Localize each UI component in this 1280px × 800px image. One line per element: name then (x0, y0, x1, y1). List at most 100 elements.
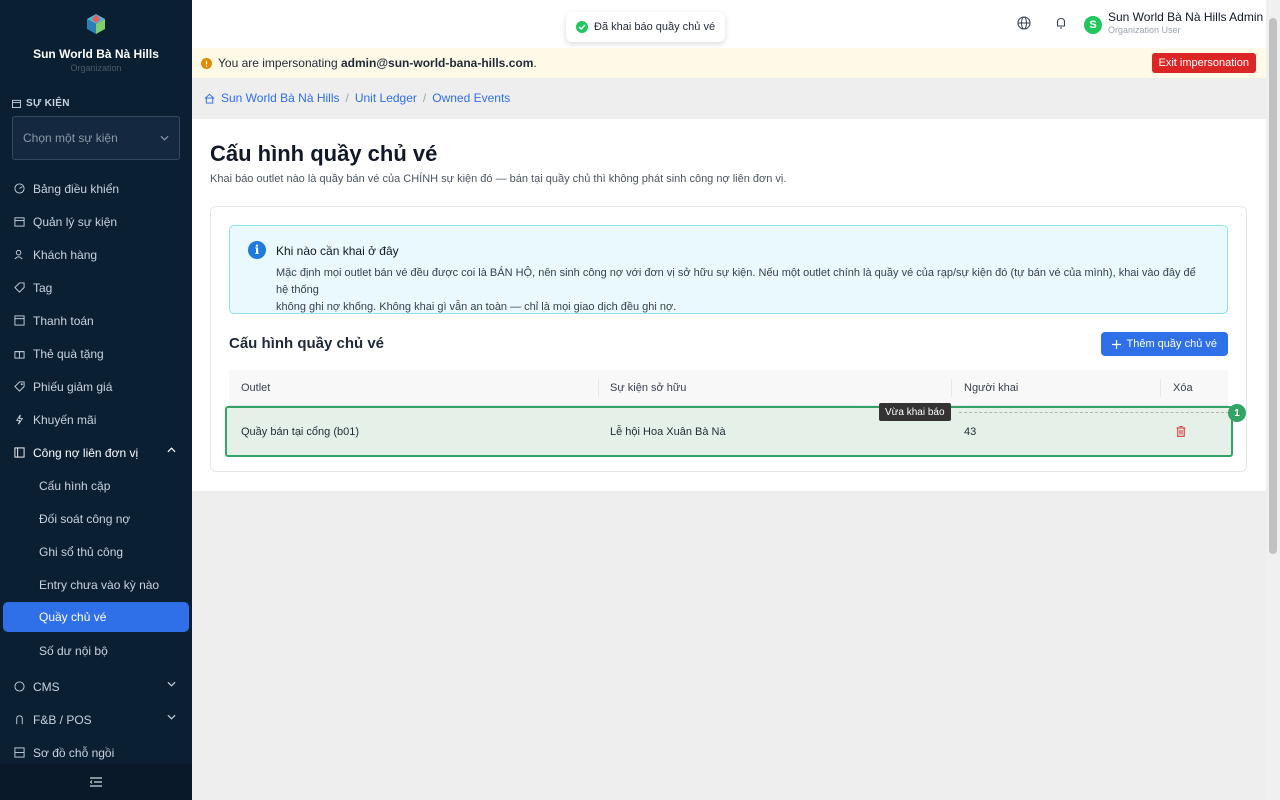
users-icon (13, 249, 25, 261)
breadcrumb-separator: / (345, 91, 349, 105)
sidebar-item-gift-cards[interactable]: Thẻ quà tặng (0, 337, 192, 370)
sidebar-item-cms[interactable]: CMS (0, 670, 192, 703)
calendar-small-icon (12, 99, 21, 108)
trash-icon (1176, 426, 1186, 437)
promotion-icon (13, 414, 25, 426)
sidebar-item-events[interactable]: Quản lý sự kiện (0, 205, 192, 238)
sidebar-item-label: Công nợ liên đơn vị (33, 445, 139, 460)
column-header-declared-by: Người khai (964, 381, 1019, 394)
column-header-delete: Xóa (1173, 381, 1193, 394)
warning-icon (201, 57, 212, 69)
toast-text: Đã khai báo quầy chủ vé (594, 21, 716, 33)
owned-events-card: i Khi nào cần khai ở đây Mặc định mọi ou… (210, 206, 1247, 472)
event-section-label: SỰ KIỆN (12, 98, 70, 109)
user-menu[interactable]: S Sun World Bà Nà Hills Admin Organizati… (1084, 10, 1263, 35)
sidebar-item-label: Sơ đồ chỗ ngồi (33, 745, 115, 760)
sidebar-item-label: Bảng điều khiển (33, 181, 120, 196)
cms-icon (13, 681, 25, 693)
sidebar-item-label: Thanh toán (33, 313, 94, 328)
sidebar-item-fnb-pos[interactable]: F&B / POS (0, 703, 192, 736)
sidebar-subitem-pair-config[interactable]: Cấu hình cặp (0, 469, 192, 502)
user-name: Sun World Bà Nà Hills Admin (1108, 10, 1264, 24)
column-header-outlet: Outlet (241, 381, 271, 394)
sidebar-subitem-internal-balance[interactable]: Số dư nội bộ (0, 634, 192, 667)
breadcrumb: Sun World Bà Nà Hills / Unit Ledger / Ow… (204, 91, 510, 105)
sidebar-subitem-manual-entry[interactable]: Ghi sổ thủ công (0, 535, 192, 568)
page-scrollbar[interactable] (1266, 0, 1280, 800)
gift-icon (13, 348, 25, 360)
user-role: Organization User (1108, 25, 1181, 35)
sidebar-item-label: F&B / POS (33, 712, 92, 727)
success-toast: Đã khai báo quầy chủ vé (566, 12, 726, 42)
sidebar-nav: Bảng điều khiển Quản lý sự kiện Khách hà… (0, 172, 192, 769)
impersonation-email: admin@sun-world-bana-hills.com (340, 56, 534, 70)
tag-icon (13, 282, 25, 294)
add-owned-counter-button[interactable]: Thêm quầy chủ vé (1100, 332, 1228, 356)
highlight-connector (959, 412, 1229, 413)
coupon-icon (13, 381, 25, 393)
brand: Sun World Bà Nà Hills Organization (0, 0, 192, 88)
column-header-event: Sự kiện sở hữu (610, 381, 687, 394)
topbar: Đã khai báo quầy chủ vé S Sun World Bà N… (192, 0, 1266, 48)
sidebar-item-payment[interactable]: Thanh toán (0, 304, 192, 337)
bell-icon[interactable] (1054, 16, 1068, 30)
breadcrumb-org[interactable]: Sun World Bà Nà Hills (221, 91, 340, 105)
info-text: Mặc định mọi outlet bán vé đều được coi … (276, 265, 1206, 316)
column-divider (598, 379, 599, 397)
table-header: Outlet Sự kiện sở hữu Người khai Xóa (229, 370, 1228, 406)
payment-icon (13, 315, 25, 327)
scrollbar-thumb[interactable] (1269, 18, 1277, 554)
check-circle-icon (576, 21, 588, 33)
impersonation-banner: You are impersonating admin@sun-world-ba… (192, 48, 1266, 78)
sidebar-item-unit-ledger[interactable]: Công nợ liên đơn vị (0, 436, 192, 469)
sidebar-collapse-button[interactable] (0, 764, 192, 800)
delete-button[interactable] (1176, 408, 1186, 455)
sidebar: Sun World Bà Nà Hills Organization SỰ KI… (0, 0, 192, 800)
section-label-text: SỰ KIỆN (26, 98, 70, 109)
sidebar-item-dashboard[interactable]: Bảng điều khiển (0, 172, 192, 205)
sidebar-subitem-unassigned-entry[interactable]: Entry chưa vào kỳ nào (0, 568, 192, 601)
home-icon (204, 93, 215, 104)
page-subtitle: Khai báo outlet nào là quầy bán vé của C… (210, 173, 787, 185)
page-title: Cấu hình quầy chủ vé (210, 141, 438, 166)
sidebar-item-customers[interactable]: Khách hàng (0, 238, 192, 271)
sidebar-item-coupons[interactable]: Phiếu giảm giá (0, 370, 192, 403)
cell-outlet: Quầy bán tại cổng (b01) (241, 425, 360, 438)
sidebar-item-label: Tag (33, 280, 53, 295)
plus-icon (1111, 339, 1121, 349)
cell-event: Lễ hội Hoa Xuân Bà Nà (610, 425, 726, 438)
menu-collapse-icon (90, 777, 102, 787)
brand-name: Sun World Bà Nà Hills (33, 47, 159, 61)
event-select-placeholder: Chọn một sự kiện (23, 131, 118, 145)
event-select[interactable]: Chọn một sự kiện (12, 116, 180, 160)
column-divider (951, 379, 952, 397)
sidebar-item-tag[interactable]: Tag (0, 271, 192, 304)
ledger-icon (13, 447, 25, 459)
info-text-line: Mặc định mọi outlet bán vé đều được coi … (276, 267, 1196, 296)
info-title: Khi nào cần khai ở đây (276, 244, 399, 258)
sidebar-item-label: CMS (33, 679, 60, 694)
just-declared-tooltip: Vừa khai báo (879, 403, 951, 421)
info-icon: i (248, 241, 266, 259)
sidebar-item-label: Khách hàng (33, 247, 98, 262)
sidebar-item-promotions[interactable]: Khuyến mãi (0, 403, 192, 436)
seatmap-icon (13, 747, 25, 759)
info-text-line: không ghi nợ khống. Không khai gì vẫn an… (276, 301, 677, 313)
chevron-down-icon (167, 714, 176, 720)
breadcrumb-owned-events[interactable]: Owned Events (432, 91, 510, 105)
sidebar-item-label: Khuyến mãi (33, 412, 97, 427)
breadcrumb-unit-ledger[interactable]: Unit Ledger (355, 91, 417, 105)
impersonation-suffix: . (533, 56, 537, 70)
main-content: Cấu hình quầy chủ vé Khai báo outlet nào… (192, 119, 1266, 491)
table-row: Quầy bán tại cổng (b01) Lễ hội Hoa Xuân … (225, 406, 1233, 457)
column-divider (1160, 379, 1161, 397)
chevron-down-icon (167, 681, 176, 687)
cell-declared-by: 43 (964, 425, 977, 438)
sidebar-subitem-owned-events[interactable]: Quầy chủ vé (3, 602, 189, 632)
globe-icon[interactable] (1017, 16, 1031, 30)
exit-impersonation-button[interactable]: Exit impersonation (1151, 53, 1256, 73)
impersonation-prefix: You are impersonating (218, 56, 338, 70)
brand-sub: Organization (70, 63, 122, 73)
sidebar-subitem-reconciliation[interactable]: Đối soát công nợ (0, 502, 192, 535)
chevron-down-icon (160, 135, 169, 141)
